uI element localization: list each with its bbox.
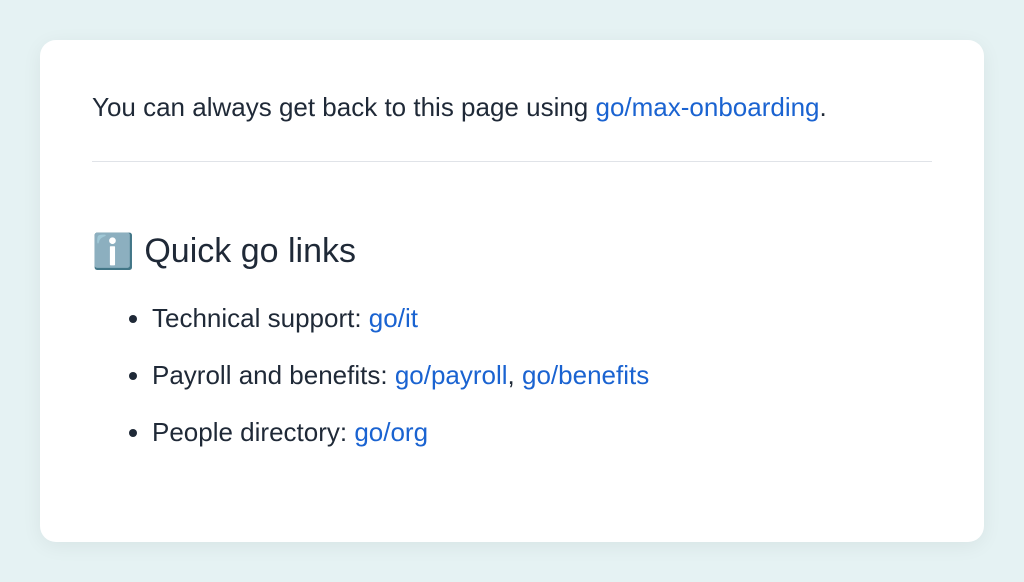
intro-prefix: You can always get back to this page usi…: [92, 92, 595, 122]
go-link[interactable]: go/org: [354, 417, 428, 447]
list-item: Technical support: go/it: [152, 299, 932, 338]
section-heading: ℹ️ Quick go links: [92, 232, 932, 271]
go-links-list: Technical support: go/it Payroll and ben…: [92, 299, 932, 452]
item-label: Payroll and benefits:: [152, 360, 395, 390]
item-label: Technical support:: [152, 303, 369, 333]
go-link[interactable]: go/payroll: [395, 360, 508, 390]
item-label: People directory:: [152, 417, 354, 447]
content-card: You can always get back to this page usi…: [40, 40, 984, 542]
section-divider: [92, 161, 932, 162]
list-item: People directory: go/org: [152, 413, 932, 452]
separator: ,: [508, 360, 522, 390]
go-link[interactable]: go/benefits: [522, 360, 649, 390]
intro-link[interactable]: go/max-onboarding: [595, 92, 819, 122]
info-icon: ℹ️: [92, 235, 134, 269]
go-link[interactable]: go/it: [369, 303, 418, 333]
intro-suffix: .: [820, 92, 827, 122]
heading-text: Quick go links: [144, 232, 356, 271]
list-item: Payroll and benefits: go/payroll, go/ben…: [152, 356, 932, 395]
intro-text: You can always get back to this page usi…: [92, 88, 932, 127]
